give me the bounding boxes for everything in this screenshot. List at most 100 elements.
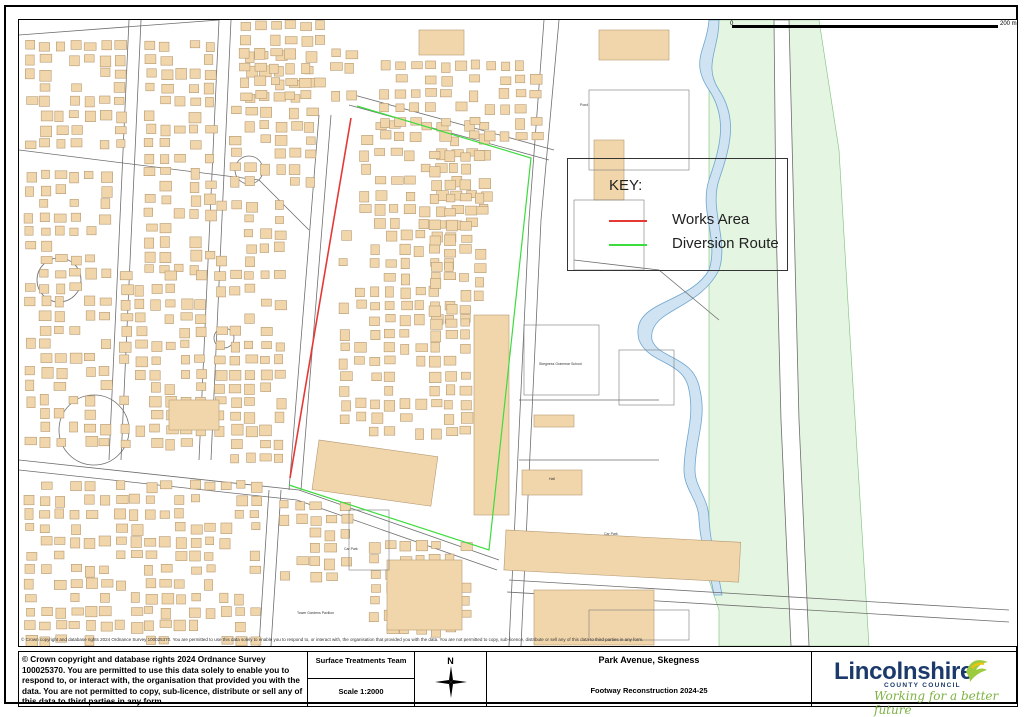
- house-building: [100, 67, 111, 77]
- house-building: [151, 382, 161, 393]
- house-building: [259, 243, 270, 253]
- house-building: [160, 56, 173, 66]
- house-building: [428, 305, 442, 317]
- house-building: [301, 63, 311, 75]
- house-building: [305, 149, 317, 159]
- house-building: [345, 50, 359, 60]
- house-building: [284, 20, 296, 29]
- map-copyright-strip: © Crown copyright and database rights 20…: [21, 637, 644, 642]
- house-building: [240, 22, 251, 31]
- house-building: [368, 542, 381, 554]
- house-building: [173, 208, 185, 219]
- house-building: [384, 301, 395, 310]
- house-building: [159, 138, 170, 147]
- house-building: [425, 60, 436, 69]
- key-swatch-diversion-route: [609, 244, 647, 246]
- house-building: [40, 353, 53, 363]
- house-building: [261, 341, 272, 349]
- house-building: [370, 302, 380, 311]
- house-building: [501, 61, 511, 71]
- house-building: [159, 252, 172, 263]
- buildings-layer: [23, 20, 544, 646]
- house-building: [134, 298, 145, 309]
- house-building: [295, 501, 305, 511]
- house-building: [205, 209, 217, 222]
- house-building: [313, 77, 326, 88]
- house-building: [244, 162, 257, 172]
- house-building: [151, 409, 164, 420]
- house-building: [134, 285, 144, 297]
- house-building: [25, 39, 35, 50]
- house-building: [400, 344, 410, 355]
- house-building: [274, 241, 285, 252]
- house-building: [368, 612, 379, 622]
- house-building: [116, 580, 126, 591]
- house-building: [115, 126, 127, 135]
- house-building: [379, 103, 389, 113]
- house-building: [24, 366, 35, 376]
- house-building: [515, 89, 527, 98]
- house-building: [216, 255, 227, 267]
- house-building: [194, 299, 206, 310]
- house-building: [275, 122, 288, 133]
- house-building: [114, 619, 125, 630]
- house-building: [415, 230, 426, 239]
- house-building: [115, 55, 126, 67]
- house-building: [430, 341, 440, 353]
- house-building: [190, 140, 202, 150]
- house-building: [55, 607, 66, 619]
- house-building: [455, 60, 468, 71]
- house-building: [238, 48, 250, 59]
- house-building: [244, 283, 256, 293]
- house-building: [53, 579, 67, 590]
- house-building: [469, 117, 481, 125]
- house-building: [305, 177, 315, 188]
- house-building: [191, 566, 202, 575]
- house-building: [40, 536, 53, 546]
- key-label-works-area: Works Area: [672, 211, 750, 228]
- house-building: [340, 529, 350, 539]
- house-building: [230, 454, 239, 464]
- house-building: [151, 356, 161, 365]
- house-building: [383, 342, 395, 353]
- house-building: [249, 565, 261, 574]
- house-building: [300, 22, 313, 31]
- map-canvas[interactable]: Skegness Grammar School Car Park Car Par…: [19, 20, 1017, 646]
- house-building: [373, 218, 386, 229]
- house-building: [56, 125, 69, 136]
- house-building: [346, 90, 357, 101]
- house-building: [384, 355, 396, 365]
- house-building: [273, 439, 284, 450]
- house-building: [361, 135, 374, 146]
- house-building: [144, 564, 153, 576]
- house-building: [56, 368, 68, 380]
- house-building: [119, 395, 129, 406]
- house-building: [135, 369, 146, 380]
- house-building: [431, 180, 442, 192]
- house-building: [448, 163, 458, 173]
- house-building: [143, 138, 154, 148]
- house-building: [195, 314, 207, 324]
- house-building: [445, 318, 458, 328]
- house-building: [161, 195, 172, 205]
- house-building: [146, 223, 158, 232]
- house-building: [175, 537, 187, 549]
- house-building: [99, 55, 112, 68]
- key-label-diversion-route: Diversion Route: [672, 235, 779, 252]
- house-building: [41, 240, 53, 252]
- house-building: [413, 246, 424, 257]
- house-building: [84, 409, 96, 420]
- house-building: [85, 110, 96, 122]
- house-building: [55, 270, 67, 279]
- house-building: [259, 453, 272, 462]
- house-building: [40, 110, 54, 122]
- house-building: [309, 527, 322, 538]
- house-building: [380, 60, 391, 71]
- house-building: [99, 140, 110, 150]
- house-building: [391, 176, 404, 185]
- house-building: [409, 102, 420, 112]
- house-building: [149, 370, 161, 381]
- map-panel[interactable]: Skegness Grammar School Car Park Car Par…: [18, 19, 1018, 647]
- house-building: [418, 219, 429, 229]
- house-building: [529, 90, 542, 99]
